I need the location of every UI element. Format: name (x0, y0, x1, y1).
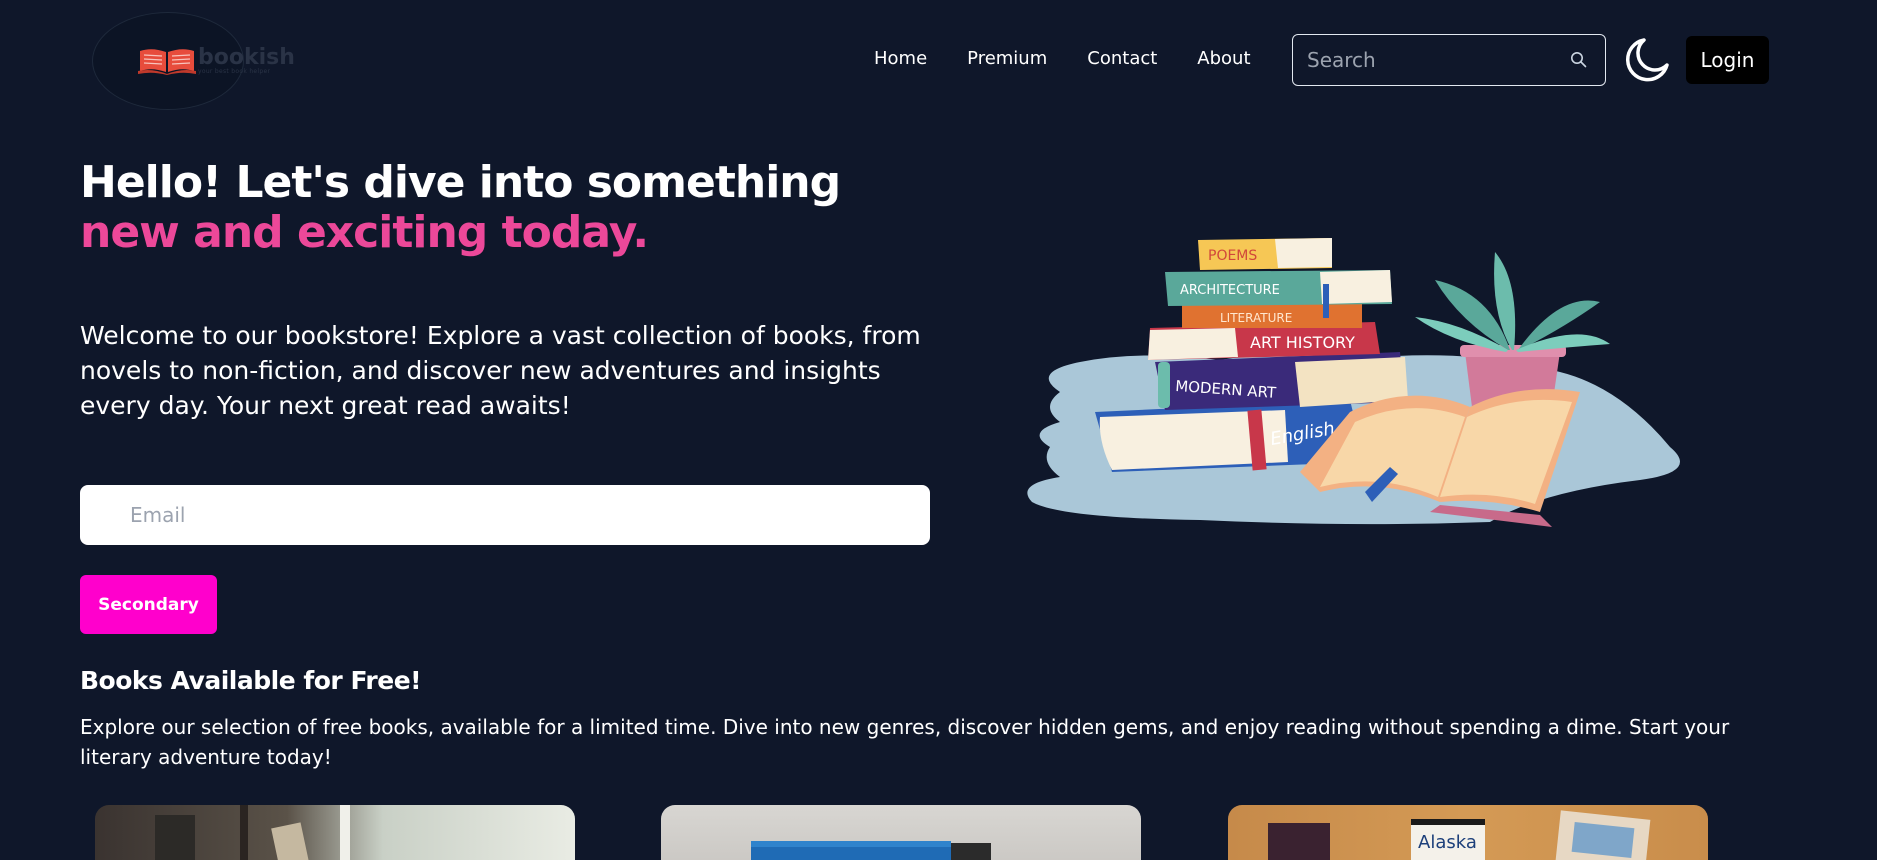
travel-guides-photo-image: Alaska (1268, 810, 1651, 860)
book-card-1[interactable] (95, 805, 575, 860)
login-button[interactable]: Login (1686, 36, 1769, 84)
nav-contact[interactable]: Contact (1087, 48, 1157, 69)
book-label-literature: LITERATURE (1220, 311, 1292, 325)
book-label-art-history: ART HISTORY (1250, 333, 1355, 352)
free-books-title: Books Available for Free! (80, 666, 422, 695)
hero-title-accent: new and exciting today. (80, 207, 649, 258)
book-label-poems: POEMS (1208, 248, 1257, 264)
site-header: bookish your best book helper Home Premi… (0, 0, 1877, 120)
book-logo-icon (138, 49, 196, 75)
nav-home[interactable]: Home (874, 48, 927, 69)
book-card-3[interactable]: Alaska (1228, 805, 1708, 860)
main-nav: Home Premium Contact About (874, 48, 1251, 69)
search-box (1292, 34, 1606, 86)
search-icon[interactable] (1570, 51, 1587, 68)
hero-title-plain: Hello! Let's dive into something (80, 157, 841, 208)
nav-about[interactable]: About (1197, 48, 1250, 69)
book-label-architecture: ARCHITECTURE (1180, 283, 1280, 298)
window-photo-image (155, 805, 350, 860)
free-books-description: Explore our selection of free books, ava… (80, 715, 1730, 769)
book-card-2[interactable] (661, 805, 1141, 860)
brand-tagline: your best book helper (198, 68, 271, 75)
nav-premium[interactable]: Premium (967, 48, 1047, 69)
email-field[interactable] (80, 485, 930, 545)
hero-description: Welcome to our bookstore! Explore a vast… (80, 321, 921, 420)
search-input[interactable] (1293, 35, 1563, 85)
blue-book-photo-image (751, 841, 991, 860)
alaska-book-title: Alaska (1418, 832, 1477, 853)
secondary-button[interactable]: Secondary (80, 575, 217, 634)
brand-name: bookish (198, 45, 295, 70)
hero-title: Hello! Let's dive into something new and… (80, 158, 930, 258)
moon-icon[interactable] (1624, 37, 1670, 83)
books-illustration: English MODERN ART ART HISTORY LITERATUR… (1027, 238, 1680, 527)
free-books-cards: Alaska (0, 805, 1877, 860)
